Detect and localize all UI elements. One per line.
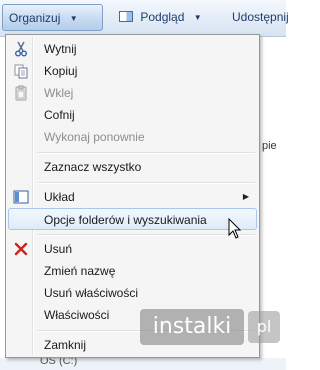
chevron-down-icon: ▼ — [193, 13, 202, 23]
watermark-logo: instalki pl — [140, 309, 280, 345]
share-label: Udostępnij — [232, 10, 289, 24]
menu-item-paste[interactable]: Wklej — [8, 82, 257, 104]
scissors-icon — [15, 41, 27, 57]
menu-item-label: Usuń właściwości — [44, 286, 139, 300]
menu-separator — [38, 152, 255, 154]
share-button[interactable]: Udostępnij — [226, 4, 296, 31]
menu-item-delete[interactable]: Usuń — [8, 238, 257, 260]
menu-item-remove-properties[interactable]: Usuń właściwości — [8, 282, 257, 304]
menu-item-label: Kopiuj — [44, 64, 78, 78]
chevron-down-icon: ▼ — [69, 14, 78, 24]
menu-item-rename[interactable]: Zmień nazwę — [8, 260, 257, 282]
menu-item-label: Wytnij — [44, 42, 77, 56]
menu-item-label: Opcje folderów i wyszukiwania — [44, 213, 207, 227]
menu-separator — [38, 182, 255, 184]
preview-pane-icon — [119, 11, 133, 22]
menu-item-undo[interactable]: Cofnij — [8, 104, 257, 126]
menu-item-label: Układ — [44, 190, 75, 204]
menu-item-folder-options[interactable]: Opcje folderów i wyszukiwania — [8, 208, 257, 230]
menu-item-redo[interactable]: Wykonaj ponownie — [8, 126, 257, 148]
menu-item-label: Wykonaj ponownie — [44, 130, 145, 144]
paste-icon — [15, 85, 27, 101]
menu-item-copy[interactable]: Kopiuj — [8, 60, 257, 82]
preview-button[interactable]: Podgląd ▼ — [113, 4, 209, 31]
menu-separator — [38, 234, 255, 236]
menu-item-select-all[interactable]: Zaznacz wszystko — [8, 156, 257, 178]
mouse-cursor-icon — [228, 218, 242, 239]
watermark-text: instalki — [140, 309, 244, 345]
copy-icon — [14, 64, 28, 79]
delete-x-icon — [14, 242, 28, 256]
menu-item-layout[interactable]: Układ ▶ — [8, 186, 257, 208]
navigation-pane-strip: OS (C:) — [0, 355, 286, 370]
menu-item-label: Wklej — [44, 86, 74, 100]
submenu-arrow-icon: ▶ — [242, 192, 249, 201]
menu-item-label: Usuń — [44, 242, 73, 256]
menu-item-label: Cofnij — [44, 108, 75, 122]
command-bar: Organizuj ▼ Podgląd ▼ Udostępnij — [0, 0, 289, 37]
menu-item-label: Zamknij — [44, 338, 87, 352]
organize-button[interactable]: Organizuj ▼ — [2, 4, 103, 31]
watermark-badge: pl — [248, 311, 280, 343]
menu-item-label: Zaznacz wszystko — [44, 160, 142, 174]
layout-icon — [13, 190, 29, 204]
preview-label: Podgląd — [140, 10, 185, 24]
background-text-fragment: pie — [262, 140, 277, 152]
menu-item-label: Zmień nazwę — [44, 264, 116, 278]
menu-item-cut[interactable]: Wytnij — [8, 38, 257, 60]
menu-item-label: Właściwości — [44, 308, 110, 322]
organize-label: Organizuj — [9, 11, 61, 25]
